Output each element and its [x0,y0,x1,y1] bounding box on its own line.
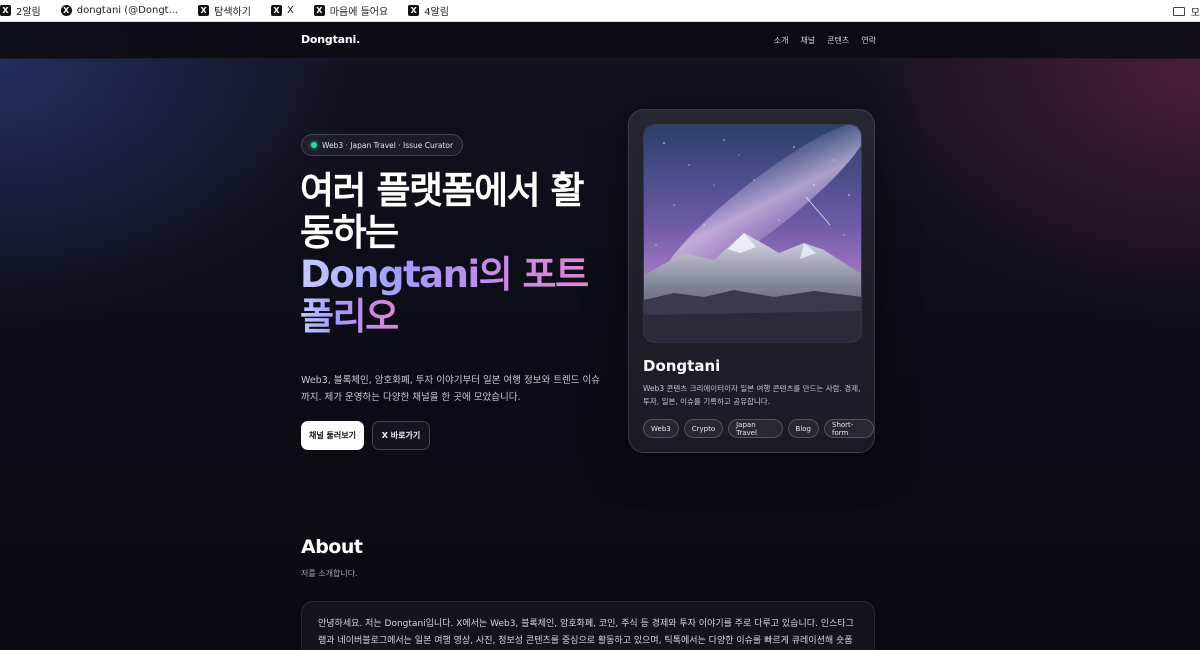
x-logo-icon: X [408,5,420,16]
about-body: 안녕하세요. 저는 Dongtani입니다. X에서는 Web3, 블록체인, … [301,601,875,650]
nav-links: 소개 채널 콘텐츠 연락 [774,35,876,46]
hero-tagline-pill: Web3 · Japan Travel · Issue Curator [301,134,464,156]
bookmark-label: 2알림 [16,7,41,18]
bookmark-label: 마음에 들어요 [329,7,389,18]
nav-link-content[interactable]: 콘텐츠 [827,35,849,46]
top-nav: Dongtani. 소개 채널 콘텐츠 연락 [0,22,1200,59]
x-logo-icon: X [60,5,72,16]
x-logo-icon: X [0,5,11,16]
status-dot-icon [311,142,317,148]
hero-headline: 여러 플랫폼에서 활 동하는 Dongtani의 포트 폴리오 [300,170,600,338]
tag-short-form: Short-form [824,419,874,438]
site-logo[interactable]: Dongtani. [301,33,360,46]
profile-name: Dongtani [643,357,721,375]
headline-line-2: 동하는 [300,211,399,254]
tag-web3: Web3 [643,419,679,438]
profile-image [643,124,862,343]
bookmarks-bar: X 2알림 X dongtani (@Dongt... X 탐색하기 X X X… [0,0,1200,22]
profile-card: Dongtani Web3 콘텐츠 크리에이터이자 일본 여행 콘텐츠를 만드는… [628,109,875,453]
bookmark-item[interactable]: X 2알림 [0,3,41,18]
bookmark-item[interactable]: X dongtani (@Dongt... [60,5,179,16]
tag-japan-travel: Japan Travel [728,419,783,438]
x-logo-icon: X [270,5,282,16]
bookmark-item[interactable]: X X [270,5,294,16]
bookmark-label: 4알림 [424,7,449,18]
profile-tags: Web3 Crypto Japan Travel Blog Short-form [643,419,874,438]
bookmark-item[interactable]: X 마음에 들어요 [313,3,389,18]
headline-highlight-1: Dongtani의 포트 [300,253,589,296]
about-subtitle: 저를 소개합니다. [301,569,358,578]
bookmark-label: 탐색하기 [214,7,251,18]
pill-label: Web3 · Japan Travel · Issue Curator [322,140,454,150]
nav-link-channels[interactable]: 채널 [800,35,815,46]
headline-line-1: 여러 플랫폼에서 활 [300,169,585,212]
x-logo-icon: X [198,5,210,16]
nav-link-about[interactable]: 소개 [774,35,789,46]
browse-channels-button[interactable]: 채널 둘러보기 [301,421,364,450]
nav-link-contact[interactable]: 연락 [861,35,876,46]
headline-highlight-2: 폴리오 [300,295,399,338]
x-logo-icon: X [313,5,325,16]
folder-icon [1172,6,1185,16]
bookmark-item[interactable]: X 4알림 [408,3,449,18]
tag-crypto: Crypto [683,419,724,438]
hero-description: Web3, 블록체인, 암호화폐, 투자 이야기부터 일본 여행 정보와 트렌드… [301,375,600,403]
bookmark-label: dongtani (@Dongt... [76,5,179,16]
go-to-x-button[interactable]: X 바로가기 [372,421,430,450]
tag-blog: Blog [787,419,820,438]
bookmark-item[interactable]: X 탐색하기 [198,3,251,18]
page: Dongtani. 소개 채널 콘텐츠 연락 Web3 · Japan Trav… [0,22,1200,650]
about-title: About [301,536,363,558]
bookmark-folder[interactable]: 모 [1172,0,1200,22]
profile-bio: Web3 콘텐츠 크리에이터이자 일본 여행 콘텐츠를 만드는 사람. 경제, … [643,384,861,406]
bookmark-folder-label: 모 [1190,7,1200,19]
bookmark-label: X [286,5,294,16]
